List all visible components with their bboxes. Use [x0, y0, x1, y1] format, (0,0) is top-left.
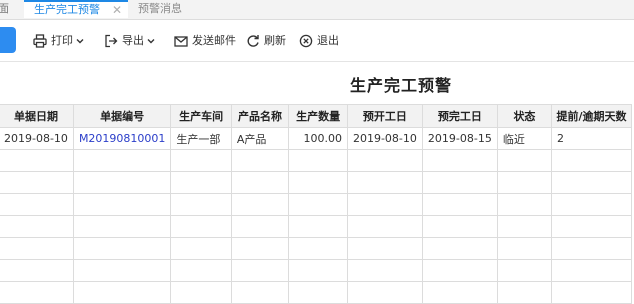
table-header-row: 单据日期 单据编号 生产车间 产品名称 生产数量 预开工日 预完工日 状态 提前…	[0, 104, 632, 128]
print-label: 打印	[51, 34, 73, 47]
printer-icon	[33, 34, 47, 48]
cell-quantity: 100.00	[288, 127, 348, 150]
close-circle-icon	[299, 34, 313, 48]
export-label: 导出	[122, 34, 144, 47]
send-email-button[interactable]: 发送邮件	[174, 32, 236, 50]
chevron-down-icon	[147, 39, 155, 44]
cell-workshop: 生产一部	[170, 127, 232, 150]
exit-label: 退出	[317, 34, 339, 47]
column-header[interactable]: 预完工日	[421, 104, 498, 128]
column-header[interactable]: 生产车间	[170, 104, 232, 128]
exit-button[interactable]: 退出	[299, 32, 339, 50]
cell-product-name: A产品	[230, 127, 290, 150]
tab-bar: 面 生产完工预警 ✕ 预警消息	[0, 0, 634, 20]
report-table: 单据日期 单据编号 生产车间 产品名称 生产数量 预开工日 预完工日 状态 提前…	[0, 104, 632, 304]
send-email-label: 发送邮件	[192, 34, 236, 47]
column-header[interactable]: 单据编号	[72, 104, 172, 128]
chevron-down-icon	[76, 39, 84, 44]
tab-production-completion-warning[interactable]: 生产完工预警 ✕	[24, 0, 128, 18]
table-row-empty	[0, 149, 632, 172]
column-header[interactable]: 单据日期	[0, 104, 74, 128]
cell-doc-date: 2019-08-10	[0, 127, 74, 150]
report-title: 生产完工预警	[350, 76, 453, 95]
refresh-icon	[247, 35, 259, 47]
table-row-empty	[0, 193, 632, 216]
mail-icon	[174, 36, 188, 47]
refresh-button[interactable]: 刷新	[246, 32, 286, 50]
table-row-empty	[0, 259, 632, 282]
refresh-label: 刷新	[264, 34, 286, 47]
column-header[interactable]: 提前/逾期天数	[551, 104, 632, 128]
primary-action-button[interactable]	[0, 27, 16, 53]
column-header[interactable]: 预开工日	[346, 104, 423, 128]
cell-planned-finish: 2019-08-15	[421, 127, 498, 150]
table-row[interactable]: 2019-08-10 M20190810001 生产一部 A产品 100.00 …	[0, 127, 632, 150]
column-header[interactable]: 状态	[496, 104, 553, 128]
cell-planned-start: 2019-08-10	[346, 127, 423, 150]
cell-days-ahead-overdue: 2	[551, 127, 632, 150]
cell-status: 临近	[496, 127, 553, 150]
tab-previous[interactable]: 面	[0, 0, 9, 19]
table-row-empty	[0, 171, 632, 194]
column-header[interactable]: 产品名称	[230, 104, 290, 128]
tab-label: 生产完工预警	[34, 3, 100, 16]
toolbar: 打印 导出 发送邮件 刷新 退出	[0, 20, 634, 62]
cell-doc-number-link[interactable]: M20190810001	[72, 127, 172, 150]
table-row-empty	[0, 281, 632, 304]
column-header[interactable]: 生产数量	[288, 104, 348, 128]
export-button[interactable]: 导出	[104, 32, 155, 50]
export-icon	[105, 34, 118, 48]
tab-warning-messages[interactable]: 预警消息	[138, 0, 182, 19]
table-row-empty	[0, 237, 632, 260]
table-row-empty	[0, 215, 632, 238]
print-button[interactable]: 打印	[33, 32, 84, 50]
tab-close-icon[interactable]: ✕	[112, 2, 122, 18]
